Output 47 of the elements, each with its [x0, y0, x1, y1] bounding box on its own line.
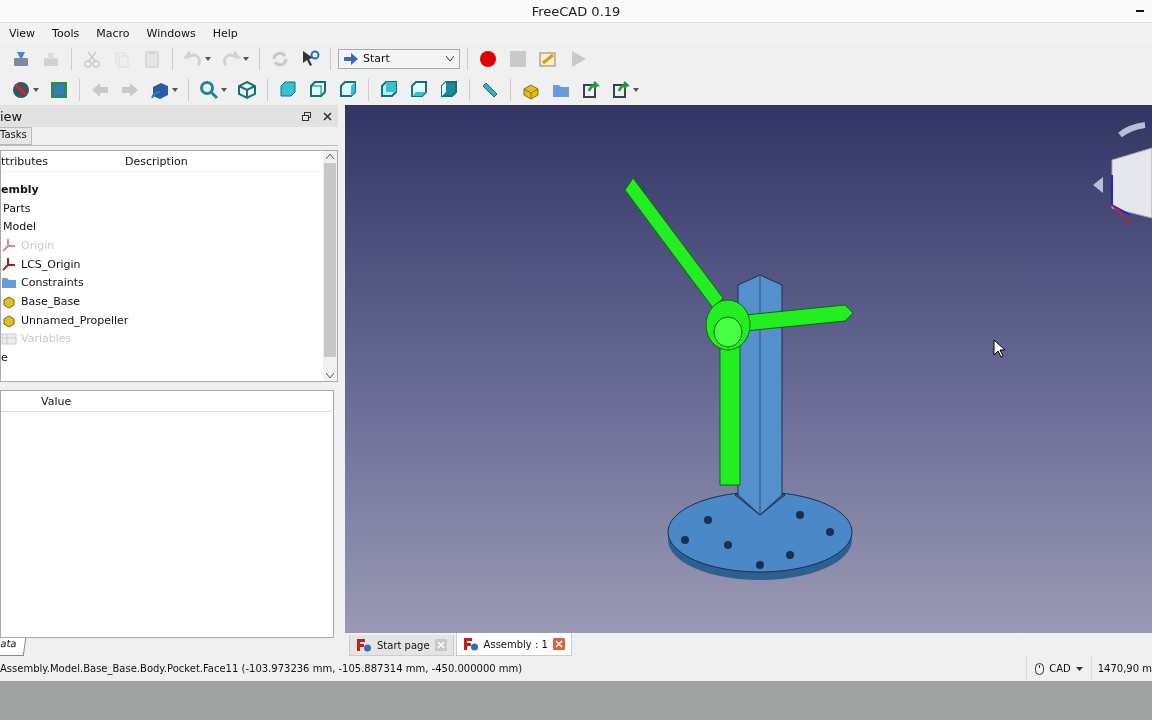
- document-tab[interactable]: Start page: [349, 635, 454, 656]
- close-icon[interactable]: [323, 111, 332, 121]
- axes-icon: [1, 256, 17, 273]
- mouse-icon: [1035, 662, 1045, 675]
- menu-item[interactable]: Macro: [87, 26, 138, 40]
- export-icon[interactable]: [611, 79, 631, 100]
- zoom-icon[interactable]: [199, 79, 219, 100]
- freecad-logo-icon: [462, 637, 479, 651]
- caret-icon[interactable]: [633, 87, 639, 92]
- column-header[interactable]: Value: [41, 394, 72, 408]
- scrollbar[interactable]: [323, 151, 337, 381]
- spreadsheet-icon: [1, 330, 17, 347]
- menu-item[interactable]: Tools: [43, 26, 88, 40]
- panel-tab[interactable]: Tasks: [0, 127, 32, 145]
- workbench-dropdown[interactable]: Start: [338, 48, 460, 69]
- cursor-icon: [993, 339, 1005, 358]
- tree-item[interactable]: Unnamed_Propeller: [21, 313, 129, 327]
- tree-item[interactable]: Model: [3, 220, 37, 234]
- document-tab[interactable]: Assembly : 1: [455, 633, 572, 656]
- panel-tab[interactable]: ata: [0, 638, 27, 656]
- axes-icon: [1, 237, 17, 254]
- caret-icon[interactable]: [172, 87, 178, 92]
- window-title: FreeCAD 0.19: [531, 3, 621, 19]
- caret-icon: [1075, 666, 1083, 671]
- menu-item[interactable]: Help: [203, 26, 246, 40]
- 3d-viewport[interactable]: [345, 105, 1152, 633]
- caret-icon[interactable]: [33, 87, 39, 92]
- chevron-down-icon[interactable]: [446, 56, 454, 61]
- column-header[interactable]: ttributes: [1, 154, 125, 168]
- caret-icon[interactable]: [221, 87, 227, 92]
- freecad-logo-icon: [356, 638, 372, 652]
- menu-item[interactable]: View: [0, 26, 44, 40]
- panel-title: iew: [0, 108, 23, 124]
- tree-item[interactable]: embly: [1, 182, 39, 196]
- menu-item[interactable]: Windows: [137, 26, 204, 40]
- tree-item[interactable]: Parts: [3, 201, 31, 215]
- chevron-up-icon[interactable]: [326, 154, 334, 159]
- tree-item[interactable]: Base_Base: [21, 294, 81, 308]
- column-header[interactable]: Description: [125, 154, 188, 168]
- chevron-down-icon[interactable]: [326, 373, 334, 378]
- record-icon[interactable]: [478, 48, 498, 69]
- tree-item[interactable]: LCS_Origin: [21, 257, 81, 271]
- arrow-icon: [344, 52, 358, 65]
- status-message: Assembly.Model.Base_Base.Body.Pocket.Face11 (-103.973236 mm, -105.887314 mm, -450.000000 mm): [0, 663, 523, 674]
- float-icon[interactable]: [302, 111, 311, 121]
- tree-item[interactable]: e: [1, 351, 8, 365]
- tree-item[interactable]: Constraints: [21, 276, 84, 290]
